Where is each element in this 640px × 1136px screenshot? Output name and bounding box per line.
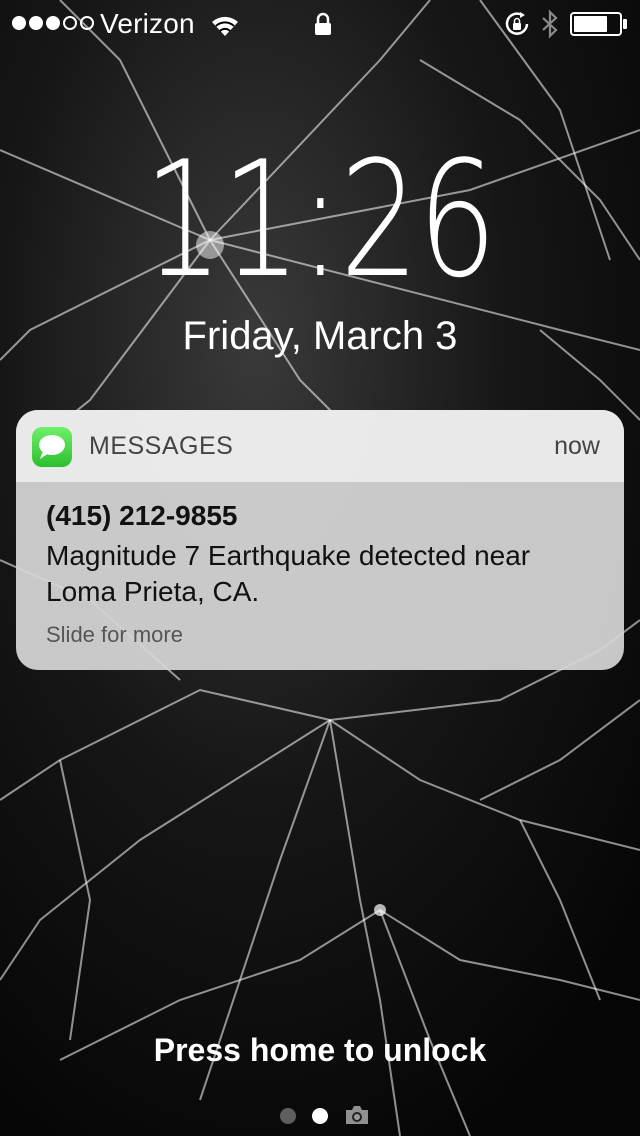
message-notification[interactable]: MESSAGES now (415) 212-9855 Magnitude 7 … — [16, 410, 624, 670]
bluetooth-icon — [542, 9, 558, 39]
page-indicator — [0, 1100, 640, 1134]
lock-screen-date: Friday, March 3 — [182, 314, 458, 358]
rotation-lock-icon — [505, 12, 529, 35]
battery-icon — [570, 12, 627, 36]
notification-sender: (415) 212-9855 — [46, 500, 238, 531]
camera-icon[interactable] — [344, 1104, 370, 1126]
notification-time: now — [554, 432, 600, 460]
messages-app-icon — [32, 427, 72, 467]
notification-message: Magnitude 7 Earthquake detected near Lom… — [46, 540, 531, 607]
page-dot-today[interactable] — [280, 1108, 296, 1124]
carrier-name: Verizon — [100, 8, 195, 39]
notification-action-hint: Slide for more — [46, 622, 183, 647]
signal-strength-icon — [12, 16, 94, 30]
lock-icon — [315, 12, 331, 35]
notification-body: (415) 212-9855 Magnitude 7 Earthquake de… — [16, 482, 624, 648]
unlock-hint: Press home to unlock — [153, 1032, 487, 1068]
status-bar: Verizon — [0, 0, 640, 48]
notification-app-name: MESSAGES — [89, 432, 234, 460]
lock-screen-time: 11:26 — [144, 126, 497, 313]
wifi-icon — [212, 16, 238, 36]
notification-header: MESSAGES now — [16, 410, 624, 482]
page-dot-current — [312, 1108, 328, 1124]
